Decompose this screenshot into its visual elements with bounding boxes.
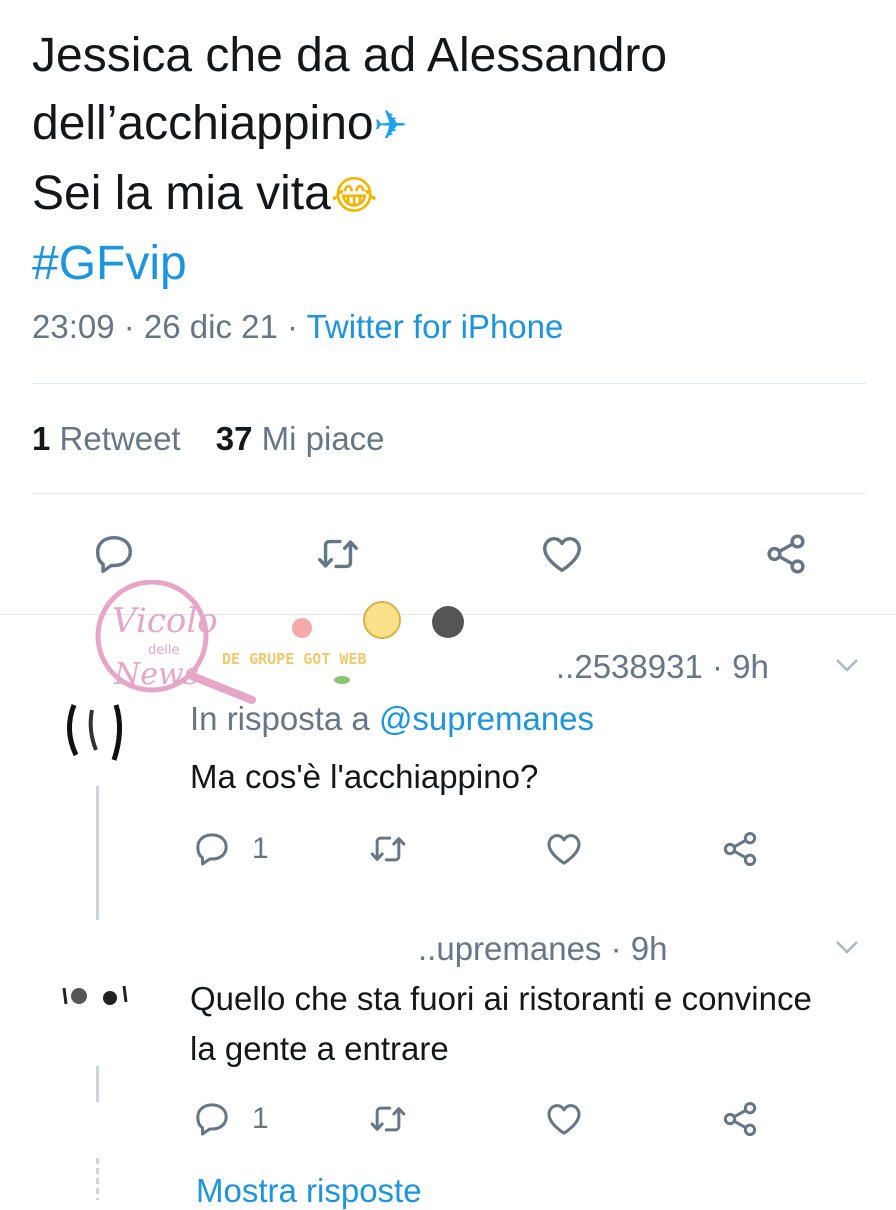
share-icon	[723, 832, 757, 866]
retweets-stat[interactable]: 1 Retweet	[32, 420, 181, 457]
leaf-icon	[334, 676, 350, 684]
reply-button[interactable]: 1	[192, 826, 269, 872]
like-icon	[547, 834, 581, 865]
tweet-line-1: Jessica che da ad Alessandro	[32, 29, 668, 82]
likes-stat[interactable]: 37 Mi piace	[216, 420, 385, 457]
reply-handle[interactable]: ..2538931 · 9h	[556, 648, 769, 686]
share-button[interactable]	[720, 1096, 760, 1142]
reply-count: 1	[252, 1102, 269, 1135]
reply-button[interactable]: 1	[192, 1096, 269, 1142]
share-button[interactable]	[720, 826, 760, 872]
retweet-icon	[370, 1106, 406, 1132]
reply-handle[interactable]: ..upremanes · 9h	[418, 930, 667, 968]
reply-icon	[196, 833, 228, 866]
like-label: Mi piace	[261, 420, 385, 457]
reply-button[interactable]	[90, 528, 138, 580]
tweet-line-3: Sei la mia vita	[32, 167, 331, 220]
retweet-button[interactable]	[314, 528, 362, 580]
tweet-text: Jessica che da ad Alessandro dell’acchia…	[32, 22, 872, 298]
watermark-title: Vicolo	[112, 601, 218, 641]
flower-icon	[292, 618, 312, 638]
like-count: 37	[215, 420, 253, 457]
like-button[interactable]	[538, 528, 586, 580]
retweet-label: Retweet	[59, 420, 181, 457]
watermark-title2: News	[113, 657, 199, 692]
tweet-line-2: dell’acchiappino	[32, 97, 374, 150]
chevron-down-icon[interactable]	[832, 932, 862, 962]
girl-icon	[363, 601, 401, 639]
reply-actions: 1	[0, 1096, 896, 1146]
retweet-button[interactable]	[368, 1096, 408, 1142]
watermark-tagline: DE GRUPE GOT WEB	[222, 650, 367, 668]
reply-actions: 1	[0, 826, 896, 876]
share-icon	[723, 1102, 757, 1136]
retweet-count: 1	[32, 420, 51, 457]
thread-line-dotted	[96, 1158, 99, 1200]
avatar-image	[62, 985, 128, 1005]
airplane-emoji: ✈	[373, 103, 408, 149]
girl-icon-2	[432, 606, 464, 638]
reply-text: Quello che sta fuori ai ristoranti e con…	[190, 980, 812, 1067]
tweet-stats: 1 Retweet 37 Mi piace	[32, 420, 385, 458]
divider	[32, 493, 866, 494]
like-icon	[543, 536, 581, 573]
reply-text: Ma cos'è l'acchiappino?	[190, 758, 539, 795]
watermark-logo: Vicolo delle News DE GRUPE GOT WEB	[95, 580, 464, 704]
retweet-button[interactable]	[368, 826, 408, 872]
chevron-down-icon[interactable]	[832, 650, 862, 680]
divider	[32, 383, 866, 384]
tweet-timestamp: 23:09 · 26 dic 21 ·	[32, 308, 307, 345]
tweet-source-link[interactable]: Twitter for iPhone	[307, 308, 564, 345]
share-button[interactable]	[762, 528, 810, 580]
share-icon	[767, 534, 805, 574]
watermark-sub: delle	[148, 643, 179, 658]
like-button[interactable]	[544, 1096, 584, 1142]
reply-icon	[95, 535, 133, 573]
thread-line	[96, 786, 99, 920]
thread-line	[96, 1066, 99, 1102]
like-button[interactable]	[544, 826, 584, 872]
tweet-meta: 23:09 · 26 dic 21 · Twitter for iPhone	[32, 308, 563, 346]
reply-count: 1	[252, 832, 269, 865]
avatar[interactable]	[44, 946, 144, 1046]
show-replies-link[interactable]: Mostra risposte	[196, 1172, 422, 1210]
laughing-emoji: 😂	[330, 173, 378, 219]
retweet-icon	[370, 836, 406, 862]
retweet-icon	[318, 539, 358, 569]
like-icon	[547, 1104, 581, 1135]
reply-icon	[196, 1103, 228, 1136]
hashtag-link[interactable]: #GFvip	[32, 237, 187, 290]
tweet-actions	[0, 528, 896, 584]
